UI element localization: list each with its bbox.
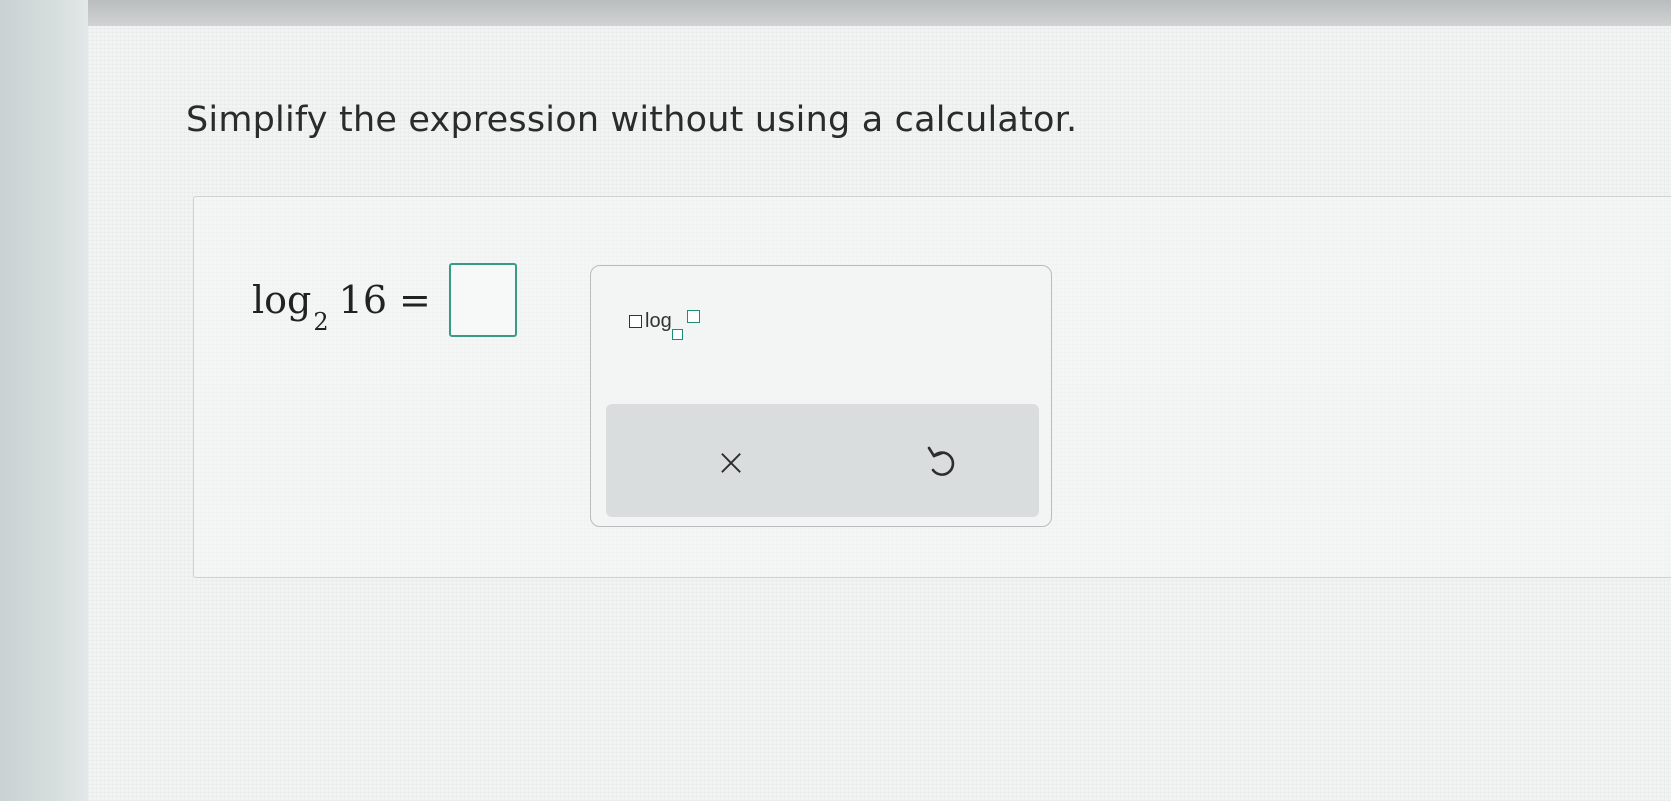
base-placeholder-icon — [671, 329, 683, 340]
log-argument: 16 — [338, 278, 387, 322]
log-template-label: log — [645, 310, 672, 332]
undo-icon — [927, 446, 955, 476]
close-icon: × — [715, 440, 747, 484]
clear-button[interactable]: × — [701, 432, 761, 492]
monitor-bezel-left — [0, 0, 88, 801]
monitor-bezel-top — [88, 0, 1671, 26]
palette-toolbar: × — [606, 404, 1039, 517]
equation: log 2 16 = — [252, 278, 431, 336]
equals-sign: = — [399, 278, 431, 322]
argument-placeholder-icon — [686, 310, 700, 323]
placeholder-box-icon — [629, 315, 642, 328]
answer-input[interactable] — [449, 263, 517, 337]
math-palette: log × — [590, 265, 1052, 527]
question-instruction: Simplify the expression without using a … — [186, 100, 1078, 140]
log-base: 2 — [313, 308, 329, 336]
log-template-button[interactable]: log — [629, 309, 700, 340]
log-function-text: log — [252, 278, 312, 322]
undo-button[interactable] — [912, 432, 972, 492]
